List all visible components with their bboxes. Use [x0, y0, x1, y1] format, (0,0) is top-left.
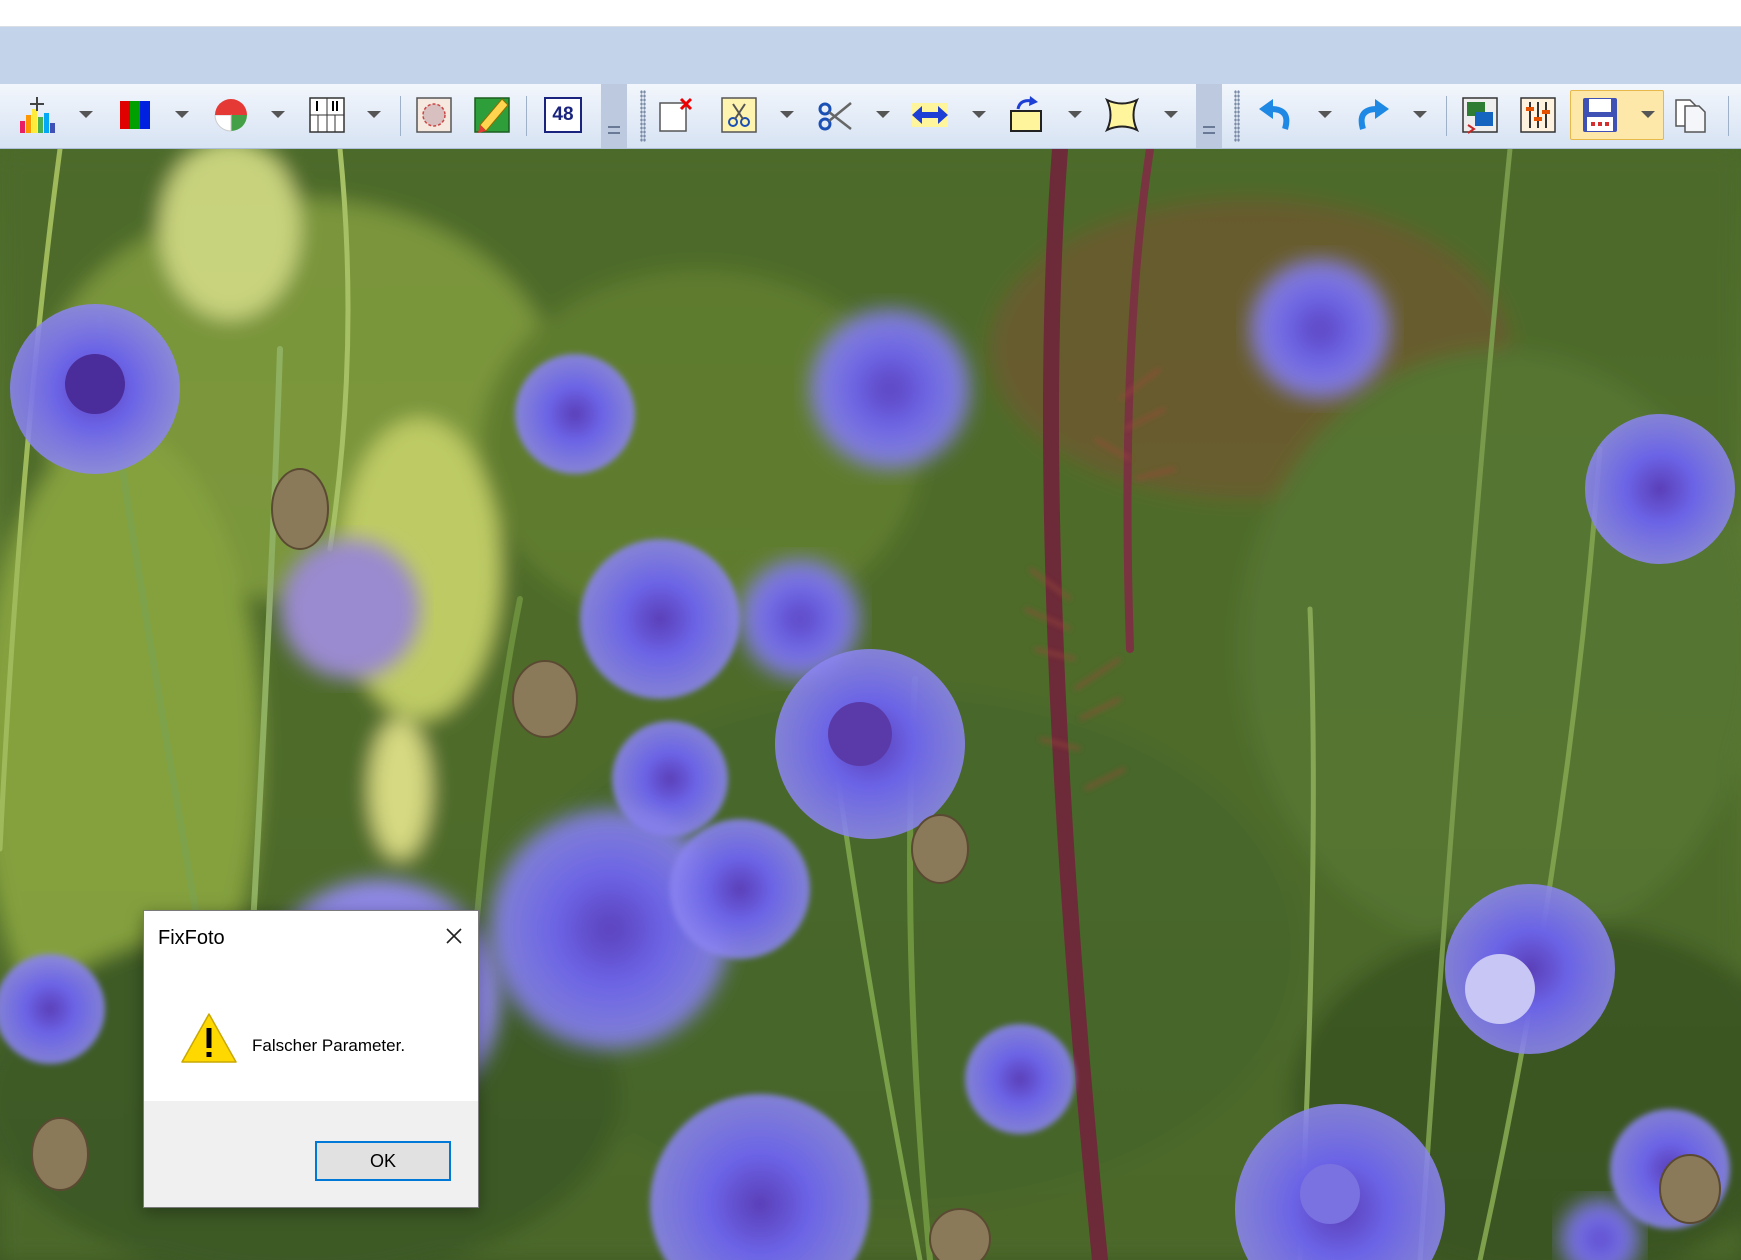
distort-frame-icon [1104, 97, 1140, 133]
histogram-icon [20, 97, 55, 133]
toolbar-separator [400, 96, 401, 136]
contact-sheet-icon [309, 97, 345, 133]
undo-button[interactable] [1252, 90, 1298, 140]
color-wheel-button[interactable] [208, 90, 254, 140]
resolution-48-button[interactable]: 48 [540, 90, 586, 140]
resolution-48-icon: 48 [544, 97, 582, 133]
save-icon [1583, 98, 1617, 132]
toolbar-separator [1446, 96, 1447, 136]
toolbar-grip[interactable] [640, 90, 646, 142]
menu-band [0, 27, 1741, 84]
error-dialog: FixFoto Falscher Parameter. OK [143, 910, 479, 1208]
toolbar-separator [1728, 96, 1729, 136]
redo-icon [1358, 99, 1389, 130]
rotate-button[interactable] [1003, 90, 1049, 140]
rgb-channels-button[interactable] [112, 90, 158, 140]
crop-select-button[interactable] [652, 90, 698, 140]
main-toolbar: 48 [0, 84, 1741, 149]
rotate-dropdown[interactable] [1068, 111, 1082, 118]
histogram-dropdown[interactable] [79, 111, 93, 118]
contact-sheet-button[interactable] [304, 90, 350, 140]
scissors-icon [818, 102, 852, 131]
adjust-levels-icon [1520, 97, 1556, 133]
toolbar-grip[interactable] [1234, 90, 1240, 142]
edit-image-icon [474, 97, 510, 133]
scissors-button[interactable] [811, 90, 857, 140]
cut-clipboard-button[interactable] [716, 90, 762, 140]
edit-image-button[interactable] [469, 90, 515, 140]
distort-dropdown[interactable] [1164, 111, 1178, 118]
flip-dropdown[interactable] [972, 111, 986, 118]
copy-pages-button[interactable] [1668, 90, 1714, 140]
dialog-close-button[interactable] [436, 921, 472, 951]
dialog-title: FixFoto [158, 927, 225, 949]
vignette-icon [416, 97, 452, 133]
flip-horizontal-button[interactable] [907, 90, 953, 140]
cut-dropdown[interactable] [780, 111, 794, 118]
compare-images-icon [1462, 97, 1498, 134]
toolbar-grip-handle[interactable] [1196, 84, 1222, 148]
rgb-dropdown[interactable] [175, 111, 189, 118]
redo-button[interactable] [1350, 90, 1396, 140]
save-dropdown[interactable] [1641, 111, 1655, 118]
distort-frame-button[interactable] [1099, 90, 1145, 140]
toolbar-grip-handle[interactable] [601, 84, 627, 148]
undo-icon [1259, 99, 1290, 130]
undo-dropdown[interactable] [1318, 111, 1332, 118]
color-wheel-dropdown[interactable] [271, 111, 285, 118]
cut-clipboard-icon [721, 97, 757, 133]
close-icon [446, 928, 462, 944]
dialog-message: Falscher Parameter. [252, 1036, 406, 1055]
color-wheel-icon [214, 99, 247, 132]
rgb-channels-icon [120, 101, 150, 129]
adjust-levels-button[interactable] [1515, 90, 1561, 140]
save-button[interactable] [1570, 90, 1664, 140]
warning-icon [180, 1011, 238, 1070]
rotate-icon [1010, 96, 1042, 132]
vignette-button[interactable] [411, 90, 457, 140]
flip-horizontal-icon [912, 103, 948, 127]
toolbar-separator [526, 96, 527, 136]
compare-images-button[interactable] [1457, 90, 1503, 140]
histogram-button[interactable] [14, 90, 60, 140]
copy-pages-icon [1675, 99, 1706, 133]
contact-sheet-dropdown[interactable] [367, 111, 381, 118]
scissors-dropdown[interactable] [876, 111, 890, 118]
window-top-strip [0, 0, 1741, 27]
redo-dropdown[interactable] [1413, 111, 1427, 118]
crop-select-icon [659, 97, 693, 132]
ok-button[interactable]: OK [315, 1141, 451, 1181]
